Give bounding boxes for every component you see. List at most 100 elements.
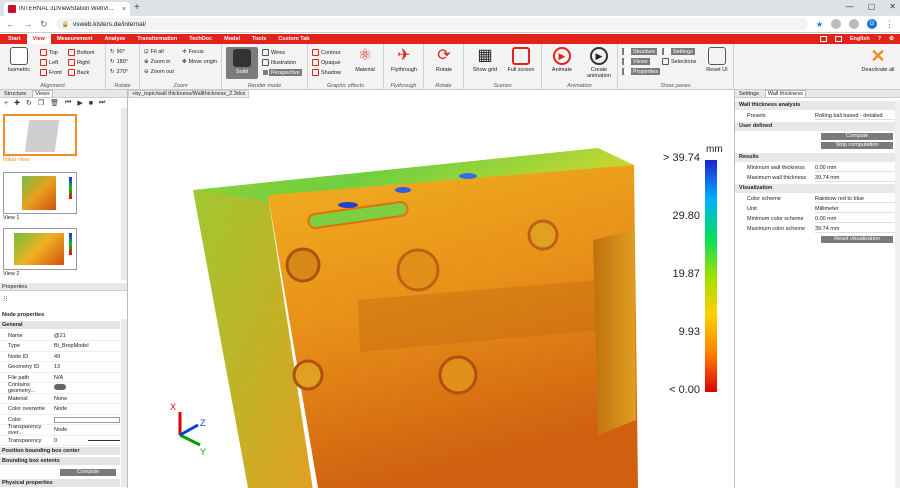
views-pane-button[interactable]: Views [622, 58, 650, 65]
min-color-input[interactable]: 0.00 mm [815, 216, 895, 223]
tab-wall-thickness[interactable]: Wall thickness [764, 90, 806, 97]
reset-visualization-button[interactable]: Reset visualization [821, 236, 893, 243]
forward-arrow-icon[interactable]: → [23, 19, 32, 29]
ribbon-tab-measurement[interactable]: Measurement [51, 34, 98, 44]
ribbon-tab-transformation[interactable]: Transformation [131, 34, 183, 44]
update-view-icon[interactable]: ✚ [14, 99, 20, 107]
presets-select[interactable]: Rolling ball based - detailed [815, 113, 895, 120]
rotate-270-button[interactable]: ↻ 270° [110, 69, 128, 75]
copy-view-icon[interactable]: ❐ [38, 99, 44, 107]
property-value[interactable]: Node [54, 427, 120, 433]
previous-view-icon[interactable]: ⏮ [65, 99, 71, 107]
delete-view-icon[interactable]: 🗑 [50, 99, 59, 107]
tab-structure[interactable]: Structure [2, 91, 28, 97]
illustration-button[interactable]: Illustration [262, 59, 296, 66]
ribbon-tab-analyze[interactable]: Analyze [98, 34, 131, 44]
help-icon[interactable]: ? [878, 36, 881, 42]
window-toggle-icon-2[interactable] [834, 36, 842, 42]
perspective-button[interactable]: Perspective [262, 69, 302, 76]
move-origin-button[interactable]: ✥ Move origin [182, 59, 217, 65]
structure-pane-button[interactable]: Structure [622, 48, 658, 55]
browser-menu-icon[interactable]: ⋮ [885, 19, 894, 30]
reset-ui-button[interactable]: Reset UI [702, 47, 732, 73]
unit-select[interactable]: Millimeter [815, 206, 895, 213]
deactivate-all-button[interactable]: ✕ Deactivate all [860, 47, 896, 73]
ribbon-tab-model[interactable]: Model [218, 34, 246, 44]
play-views-icon[interactable]: ▶ [77, 99, 82, 107]
view-bottom-button[interactable]: Bottom [68, 49, 94, 56]
physical-properties-header[interactable]: Physical properties [0, 479, 120, 487]
general-section-header[interactable]: General [0, 321, 120, 329]
shadow-button[interactable]: Shadow [312, 69, 341, 76]
view-right-button[interactable]: Right [68, 59, 90, 66]
property-value[interactable]: Bi_BrepModel [54, 343, 120, 349]
stop-computation-button[interactable]: Stop computation [821, 142, 893, 149]
settings-pane-button[interactable]: Settings [662, 48, 695, 55]
property-value[interactable]: N/A [54, 375, 120, 381]
show-grid-button[interactable]: ▦ Show grid [468, 47, 502, 73]
property-value[interactable]: None [54, 396, 120, 402]
position-bbox-header[interactable]: Position bounding box center [0, 447, 120, 455]
toggle-switch[interactable] [54, 384, 66, 390]
properties-pane-button[interactable]: Properties [622, 68, 661, 75]
fit-all-button[interactable]: ⊡ Fit all [144, 49, 164, 55]
compute-bbox-button[interactable]: Compute [60, 469, 116, 476]
focus-button[interactable]: ✛ Focus [182, 49, 204, 55]
zoom-out-button[interactable]: ⊖ Zoom out [144, 69, 174, 75]
view-back-button[interactable]: Back [68, 69, 89, 76]
stop-views-icon[interactable]: ■ [89, 100, 93, 107]
user-defined-header[interactable]: User defined [735, 122, 895, 131]
node-properties-header[interactable]: Node properties [0, 311, 120, 319]
3d-viewport[interactable]: +by_topic/wall thickness/Wallthickness_2… [128, 90, 734, 488]
property-value[interactable]: @21 [54, 333, 120, 339]
url-input[interactable]: 🔒 vsweb.kisters.de/internal/ [55, 18, 808, 30]
tab-views[interactable]: Views [32, 90, 53, 97]
flythrough-button[interactable]: ✈ Flythrough [388, 47, 420, 73]
ribbon-tab-start[interactable]: Start [2, 34, 27, 44]
profile-avatar[interactable]: G [867, 19, 877, 29]
ribbon-tab-view[interactable]: View [26, 34, 51, 44]
tab-settings[interactable]: Settings [737, 91, 761, 97]
views-scrollbar[interactable] [121, 108, 127, 280]
new-tab-icon[interactable]: + [134, 2, 140, 13]
view-thumbnail-initial[interactable] [3, 114, 77, 156]
compute-button[interactable]: Compute [821, 133, 893, 140]
contour-button[interactable]: Contour [312, 49, 341, 56]
properties-scrollbar[interactable] [121, 319, 127, 487]
wires-button[interactable]: Wires [262, 49, 285, 56]
ribbon-tab-tools[interactable]: Tools [246, 34, 272, 44]
rotate-90-button[interactable]: ↻ 90° [110, 49, 125, 55]
view-thumbnail-1[interactable] [3, 172, 77, 214]
back-arrow-icon[interactable]: ← [6, 19, 15, 29]
add-view-icon[interactable]: + [4, 100, 8, 107]
extension-icon[interactable] [831, 19, 841, 29]
settings-scrollbar[interactable] [895, 100, 900, 488]
model-render[interactable]: X Y Z [128, 90, 734, 488]
window-toggle-icon[interactable] [819, 36, 827, 42]
opaque-button[interactable]: Opaque [312, 59, 341, 66]
property-value[interactable]: 49 [54, 354, 120, 360]
view-left-button[interactable]: Left [40, 59, 58, 66]
properties-options-icon[interactable]: ⁝⁝ [3, 295, 7, 303]
selections-pane-button[interactable]: Selections [662, 58, 696, 65]
close-window-icon[interactable]: ✕ [889, 2, 896, 11]
maximize-icon[interactable]: ▢ [868, 2, 876, 11]
visualization-header[interactable]: Visualization [735, 184, 895, 193]
view-thumbnail-2[interactable] [3, 228, 77, 270]
browser-tab[interactable]: INTERNAL 3DViewStation WebVi... × [4, 2, 130, 16]
create-animation-button[interactable]: ▶ Create animation [582, 47, 616, 79]
view-top-button[interactable]: Top [40, 49, 58, 56]
next-view-icon[interactable]: ⏭ [99, 99, 105, 107]
full-screen-button[interactable]: Full screen [504, 47, 538, 73]
settings-gear-icon[interactable]: ⚙ [889, 36, 894, 42]
view-front-button[interactable]: Front [40, 69, 62, 76]
property-value[interactable]: 0 [54, 438, 80, 444]
zoom-in-button[interactable]: ⊕ Zoom in [144, 59, 170, 65]
rotate-view-button[interactable]: ⟳ Rotate [428, 47, 460, 73]
extension-icon-2[interactable] [849, 19, 859, 29]
refresh-view-icon[interactable]: ↻ [26, 99, 32, 107]
language-select[interactable]: English [850, 36, 870, 42]
results-header[interactable]: Results [735, 153, 895, 162]
ribbon-tab-custom-tab[interactable]: Custom Tab [272, 34, 315, 44]
bookmark-star-icon[interactable]: ★ [816, 20, 823, 29]
